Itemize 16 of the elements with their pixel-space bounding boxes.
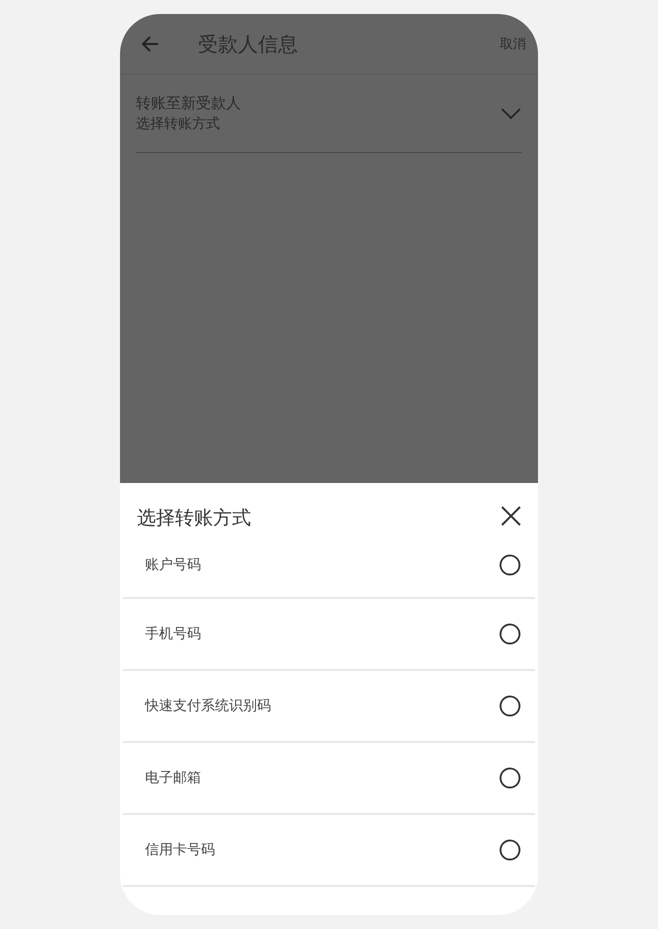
close-icon[interactable]	[500, 505, 522, 527]
sheet-title: 选择转账方式	[137, 506, 251, 531]
dropdown-subtitle: 选择转账方式	[136, 115, 221, 133]
transfer-option[interactable]: 手机号码	[123, 599, 535, 671]
transfer-option[interactable]: 电子邮箱	[123, 743, 535, 815]
radio-button[interactable]	[499, 767, 521, 789]
transfer-option[interactable]: 账户号码	[123, 533, 535, 599]
back-arrow-icon[interactable]	[140, 34, 160, 54]
radio-button[interactable]	[499, 695, 521, 717]
dropdown-title: 转账至新受款人	[136, 94, 241, 113]
page-title: 受款人信息	[198, 30, 299, 58]
transfer-option[interactable]: 信用卡号码	[123, 815, 535, 887]
radio-button[interactable]	[499, 554, 521, 576]
transfer-option[interactable]: 快速支付系统识别码	[123, 671, 535, 743]
radio-button[interactable]	[499, 623, 521, 645]
radio-button[interactable]	[499, 839, 521, 861]
